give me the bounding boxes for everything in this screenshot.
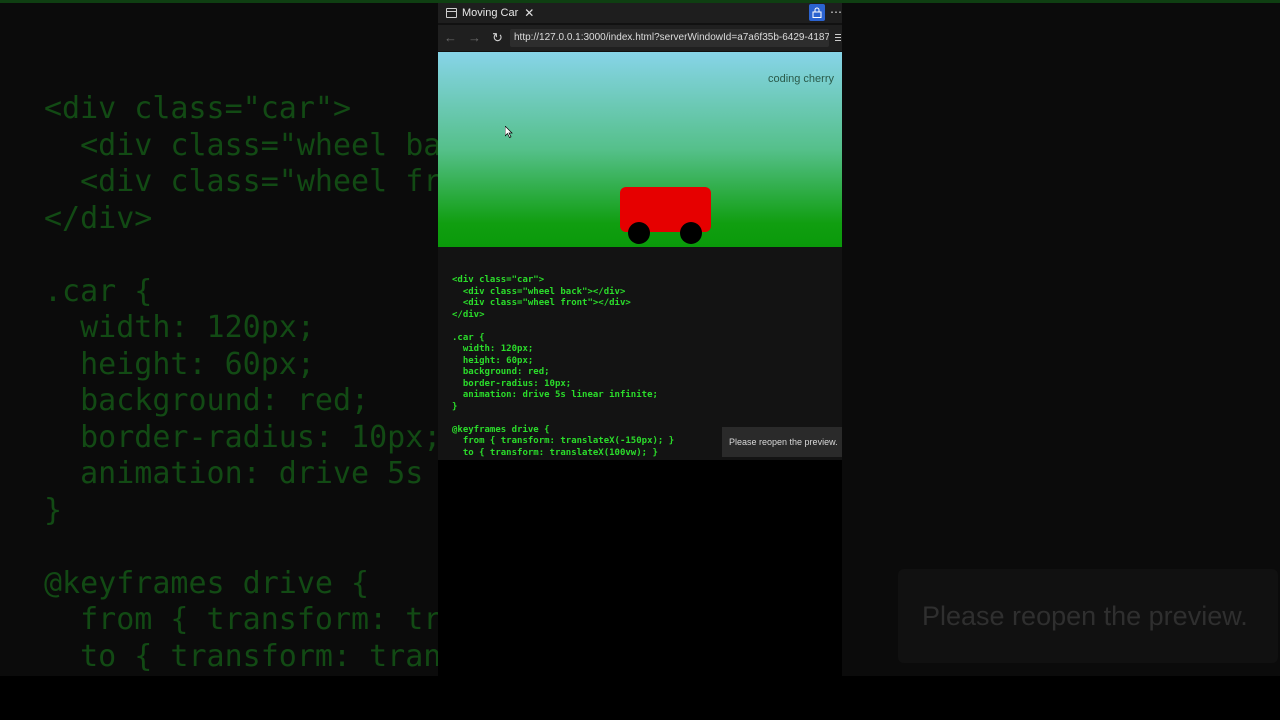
address-bar[interactable]: http://127.0.0.1:3000/index.html?serverW… [510,29,829,47]
watermark: coding cherry [767,73,834,85]
reload-icon[interactable]: ↻ [492,25,503,51]
navigation-bar: ← → ↻ http://127.0.0.1:3000/index.html?s… [438,25,842,51]
reopen-preview-toast[interactable]: Please reopen the preview. [722,427,842,457]
close-icon[interactable]: ✕ [524,6,534,20]
background-toast-text: Please reopen the preview. [898,569,1278,663]
code-text: <div class="car"> <div class="wheel back… [452,275,675,458]
more-options-icon[interactable]: ⋯ [830,3,842,21]
wheel-front [680,222,702,244]
tab-label: Moving Car [462,7,519,19]
bottom-bar [0,676,1280,720]
back-icon[interactable]: ← [444,25,457,51]
page-icon [446,8,457,18]
preview-window: Moving Car ✕ ⋯ ← → ↻ http://127.0.0.1:30… [438,3,842,460]
background-toast-zoom: Please reopen the preview. [842,3,1280,676]
wheel-back [628,222,650,244]
mouse-cursor-icon [505,126,513,138]
car-animation-preview: coding cherry [438,52,842,247]
menu-icon[interactable] [835,34,841,43]
tab-moving-car[interactable]: Moving Car ✕ [438,3,538,23]
lock-icon[interactable] [809,4,825,21]
title-bar: Moving Car ✕ ⋯ [438,3,842,23]
forward-icon[interactable]: → [468,25,481,51]
background-code-zoom: <div class="car"> <div class="wheel bac … [0,3,438,676]
background-code-text: <div class="car"> <div class="wheel bac … [44,91,438,674]
